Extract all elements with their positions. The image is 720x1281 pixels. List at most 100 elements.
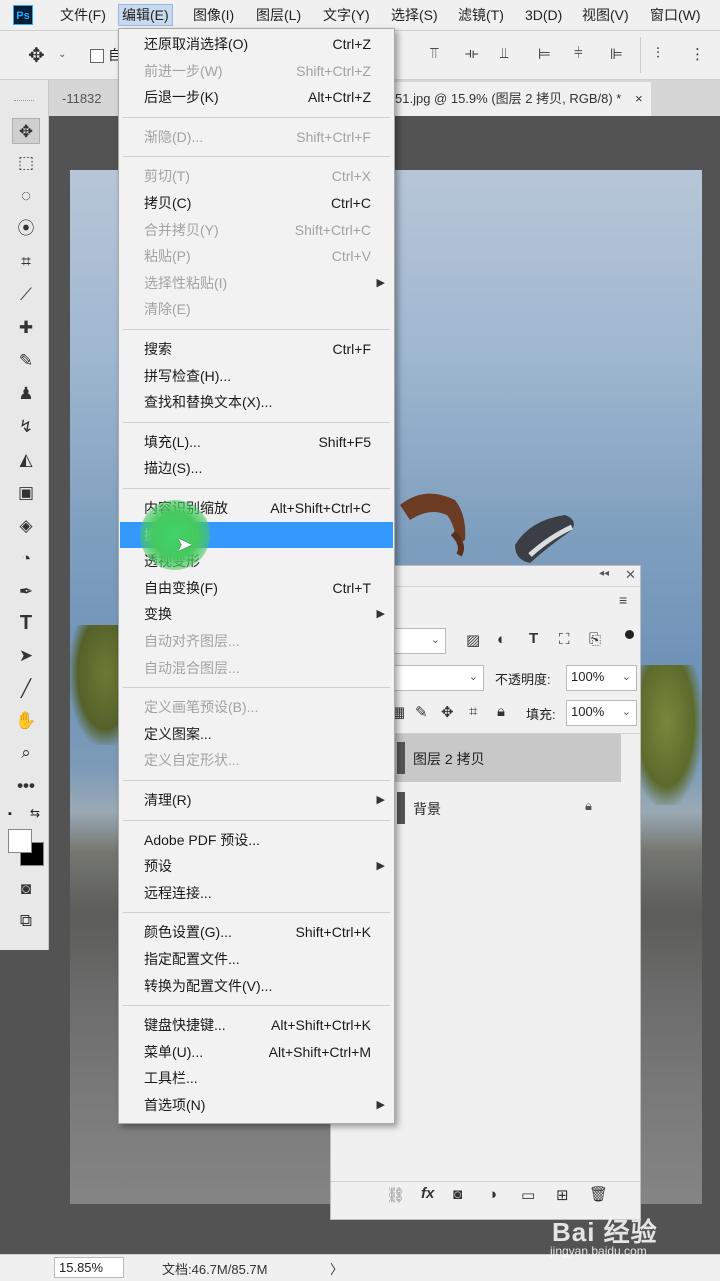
opacity-field[interactable]: 100% ⌄ bbox=[566, 665, 637, 691]
align-hcenter-icon[interactable]: ⫩ bbox=[574, 45, 583, 62]
edit-menu-item[interactable]: 自动混合图层... bbox=[120, 655, 393, 681]
stamp-tool-icon[interactable]: ♟ bbox=[12, 381, 40, 407]
menu-edit[interactable]: 编辑(E) bbox=[118, 4, 173, 26]
align-vcenter-icon[interactable]: ⟛ bbox=[465, 45, 479, 62]
edit-menu-item[interactable]: 合并拷贝(Y) Shift+Ctrl+C bbox=[120, 217, 393, 243]
status-menu-arrow[interactable]: 〉 bbox=[330, 1259, 343, 1278]
line-tool-icon[interactable]: ╱ bbox=[12, 676, 40, 702]
toolbar-grip[interactable] bbox=[14, 100, 34, 103]
filter-type-icon[interactable]: T bbox=[529, 630, 538, 647]
distribute-icon[interactable]: ⫶ bbox=[656, 45, 660, 62]
edit-menu-item[interactable]: 剪切(T) Ctrl+X bbox=[120, 163, 393, 189]
type-tool-icon[interactable]: T bbox=[12, 610, 40, 636]
filter-smart-object-icon[interactable]: ⎘ bbox=[589, 631, 601, 648]
edit-menu-item[interactable]: 远程连接... bbox=[120, 880, 393, 906]
more-tools-icon[interactable]: ••• bbox=[12, 773, 40, 799]
edit-menu-item[interactable]: 粘贴(P) Ctrl+V bbox=[120, 243, 393, 269]
menu-select[interactable]: 选择(S) bbox=[388, 5, 441, 25]
edit-menu-item[interactable]: 还原取消选择(O) Ctrl+Z bbox=[120, 31, 393, 57]
default-colors-icon[interactable]: ▪ bbox=[8, 808, 12, 820]
edit-menu-item[interactable]: 前进一步(W) Shift+Ctrl+Z bbox=[120, 58, 393, 84]
auto-select-checkbox[interactable] bbox=[90, 49, 104, 63]
screen-mode-icon[interactable]: ⧉ bbox=[12, 908, 40, 934]
edit-menu-item[interactable]: 搜索 Ctrl+F bbox=[120, 336, 393, 362]
crop-tool-icon[interactable]: ⌗ bbox=[12, 249, 40, 275]
menu-filter[interactable]: 滤镜(T) bbox=[455, 5, 507, 25]
marquee-tool-icon[interactable]: ⬚ bbox=[12, 150, 40, 176]
edit-menu-item[interactable]: 变换 ▶ bbox=[120, 601, 393, 627]
adjustment-layer-icon[interactable]: ◑ bbox=[488, 1186, 497, 1203]
panel-menu-icon[interactable]: ≡ bbox=[619, 592, 627, 608]
menu-image[interactable]: 图像(I) bbox=[190, 5, 237, 25]
align-bottom-icon[interactable]: ⫫ bbox=[500, 45, 508, 62]
edit-menu-item[interactable]: 拷贝(C) Ctrl+C bbox=[120, 190, 393, 216]
lock-image-icon[interactable]: ✎ bbox=[415, 703, 428, 721]
new-layer-icon[interactable]: ⊞ bbox=[556, 1186, 569, 1204]
new-group-icon[interactable]: ▭ bbox=[521, 1186, 535, 1204]
chevron-down-icon[interactable]: ⌄ bbox=[58, 49, 66, 60]
align-left-icon[interactable]: ⊨ bbox=[538, 45, 551, 63]
edit-menu-item[interactable]: 自动对齐图层... bbox=[120, 628, 393, 654]
edit-menu-item[interactable]: 键盘快捷键... Alt+Shift+Ctrl+K bbox=[120, 1012, 393, 1038]
zoom-tool-icon[interactable]: ⌕ bbox=[12, 740, 40, 766]
filter-pixel-icon[interactable]: ▨ bbox=[466, 631, 480, 649]
edit-menu-item[interactable]: 预设 ▶ bbox=[120, 853, 393, 879]
edit-menu-item[interactable]: 描边(S)... bbox=[120, 455, 393, 481]
edit-menu-item[interactable]: 拼写检查(H)... bbox=[120, 363, 393, 389]
foreground-color-swatch[interactable] bbox=[8, 829, 32, 853]
swap-colors-icon[interactable]: ⇆ bbox=[30, 806, 40, 820]
eraser-tool-icon[interactable]: ◭ bbox=[12, 447, 40, 473]
menu-3d[interactable]: 3D(D) bbox=[522, 5, 565, 25]
edit-menu-item[interactable]: 选择性粘贴(I) ▶ bbox=[120, 270, 393, 296]
edit-menu-item[interactable]: 指定配置文件... bbox=[120, 946, 393, 972]
edit-menu-item[interactable]: 定义图案... bbox=[120, 721, 393, 747]
quick-select-tool-icon[interactable]: ⦿ bbox=[12, 216, 40, 242]
dodge-tool-icon[interactable]: ◔ bbox=[12, 546, 40, 572]
history-brush-tool-icon[interactable]: ↯ bbox=[12, 414, 40, 440]
healing-brush-tool-icon[interactable]: ✚ bbox=[12, 315, 40, 341]
tab-active-document[interactable]: 51.jpg @ 15.9% (图层 2 拷贝, RGB/8) * × bbox=[395, 82, 651, 116]
menu-window[interactable]: 窗口(W) bbox=[647, 5, 704, 25]
edit-menu-item[interactable]: 工具栏... bbox=[120, 1065, 393, 1091]
edit-menu-item[interactable]: 首选项(N) ▶ bbox=[120, 1092, 393, 1118]
lock-artboard-icon[interactable]: ⌗ bbox=[469, 703, 477, 720]
edit-menu-item[interactable]: 定义自定形状... bbox=[120, 747, 393, 773]
fill-field[interactable]: 100% ⌄ bbox=[566, 700, 637, 726]
edit-menu-item[interactable]: 填充(L)... Shift+F5 bbox=[120, 429, 393, 455]
edit-menu-item[interactable]: 清除(E) bbox=[120, 296, 393, 322]
path-select-tool-icon[interactable]: ➤ bbox=[12, 643, 40, 669]
hand-tool-icon[interactable]: ✋ bbox=[12, 708, 40, 734]
link-layers-icon[interactable]: ⛓ bbox=[386, 1186, 405, 1204]
edit-menu-item[interactable]: Adobe PDF 预设... bbox=[120, 827, 393, 853]
edit-menu-item[interactable]: 后退一步(K) Alt+Ctrl+Z bbox=[120, 84, 393, 110]
pen-tool-icon[interactable]: ✒ bbox=[12, 579, 40, 605]
menu-type[interactable]: 文字(Y) bbox=[320, 5, 373, 25]
align-right-icon[interactable]: ⊫ bbox=[610, 45, 623, 63]
move-tool-icon[interactable]: ✥ bbox=[28, 43, 45, 68]
quick-mask-icon[interactable]: ◙ bbox=[12, 876, 40, 902]
gradient-tool-icon[interactable]: ▣ bbox=[12, 480, 40, 506]
edit-menu-item[interactable]: 自由变换(F) Ctrl+T bbox=[120, 575, 393, 601]
blur-tool-icon[interactable]: ◈ bbox=[12, 513, 40, 539]
fx-icon[interactable]: fx bbox=[421, 1185, 434, 1202]
tab-other-document[interactable]: -11832 bbox=[62, 82, 102, 116]
align-top-icon[interactable]: ⫪ bbox=[430, 45, 438, 62]
distribute-h-icon[interactable]: ⋮ bbox=[690, 45, 705, 63]
filter-adjustment-icon[interactable]: ◐ bbox=[497, 631, 506, 648]
menu-view[interactable]: 视图(V) bbox=[579, 5, 632, 25]
edit-menu-item[interactable]: 清理(R) ▶ bbox=[120, 787, 393, 813]
brush-tool-icon[interactable]: ✎ bbox=[12, 348, 40, 374]
panel-collapse-icon[interactable]: ◂◂ bbox=[599, 568, 609, 579]
add-mask-icon[interactable]: ◙ bbox=[453, 1186, 462, 1203]
panel-close-icon[interactable]: ✕ bbox=[625, 567, 636, 583]
edit-menu-item[interactable]: 转换为配置文件(V)... bbox=[120, 973, 393, 999]
lock-all-icon[interactable]: 🔒︎ bbox=[497, 703, 505, 720]
edit-menu-item[interactable]: 颜色设置(G)... Shift+Ctrl+K bbox=[120, 919, 393, 945]
edit-menu-item[interactable]: 查找和替换文本(X)... bbox=[120, 389, 393, 415]
move-tool-icon[interactable]: ✥ bbox=[12, 118, 40, 144]
edit-menu-item[interactable]: 定义画笔预设(B)... bbox=[120, 694, 393, 720]
close-icon[interactable]: × bbox=[635, 91, 643, 106]
filter-shape-icon[interactable]: ⛶ bbox=[559, 631, 570, 648]
eyedropper-tool-icon[interactable]: ⟋ bbox=[12, 282, 40, 308]
zoom-field[interactable]: 15.85% bbox=[54, 1257, 124, 1278]
